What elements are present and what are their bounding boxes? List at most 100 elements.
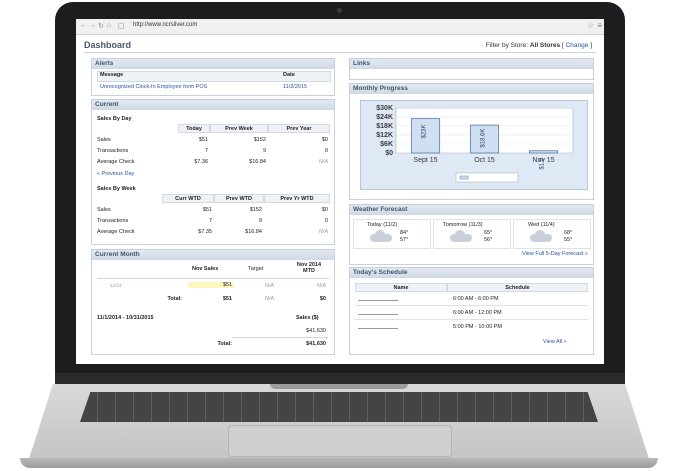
month-col-mtd: Nov 2014 MTD [296,262,322,274]
browser-menu-icon[interactable]: ≡ [597,21,602,30]
current-title: Current [92,100,334,110]
bookmark-star-icon[interactable]: ☆ [587,21,594,30]
previous-day-link[interactable]: « Previous Day [97,171,134,177]
keyboard [80,392,598,422]
page-icon: ▢ [118,23,125,30]
y-tick-label: $6K [380,141,393,148]
week-value: N/A [318,229,328,235]
day-value: 9 [262,148,266,154]
home-icon[interactable]: ⌂ [107,22,111,29]
divider [355,319,588,320]
current-panel: Current Sales By Day Today Prev Week Pre… [91,99,335,245]
week-col-prev-yr-wtd: Prev Yr WTD [264,194,330,203]
weather-title: Weather Forecast [350,205,593,215]
month-col-target: Target [248,266,264,272]
month-total-sales: $51 [222,296,232,302]
alerts-header-row [97,71,331,82]
day-row-label: Average Check [97,159,135,165]
y-tick-label: $0 [385,150,393,157]
month-row-label: 12/24 [110,283,122,288]
day-col-prev-week: Prev Week [210,124,268,133]
browser-address-bar: ← → ↻ ⌂ ▢ http://www.ncrsilver.com ☆ ≡ [76,19,604,35]
cloud-icon [450,230,472,242]
laptop-hinge [270,384,408,389]
week-value: 9 [258,218,262,224]
day-value: 0 [324,148,328,154]
forecast-day: Wed (11/4) 68° 55° [513,219,591,249]
week-col-prev-wtd: Prev WTD [214,194,264,203]
day-value: N/A [318,159,328,165]
forecast-low: 55° [564,237,573,243]
links-title: Links [350,59,593,69]
screen: ← → ↻ ⌂ ▢ http://www.ncrsilver.com ☆ ≡ D… [76,19,604,364]
month-total-label: Total: [167,296,182,302]
url-field[interactable]: http://www.ncrsilver.com [133,22,197,28]
period-value: $41,630 [306,328,326,334]
page-title: Dashboard [84,40,132,50]
sales-by-day-title: Sales By Day [97,116,132,122]
alerts-col-date: Date [283,72,295,78]
current-month-panel: Current Month Nov Sales Target Nov 2014 … [91,249,335,355]
filter-value: All Stores [529,42,561,49]
divider [355,305,588,306]
current-month-title: Current Month [92,250,334,260]
back-icon[interactable]: ← [80,22,87,29]
forecast-high: 84° [400,230,409,236]
filter-label: Filter by Store: [485,42,528,49]
week-row-label: Transactions [97,218,129,224]
forward-icon[interactable]: → [89,22,96,29]
week-value: $7.35 [198,229,212,235]
alert-message-link[interactable]: Unrecognized Clock-In Employee from POS [100,84,207,90]
alerts-panel: Alerts Message Date Unrecognized Clock-I… [91,58,335,96]
week-value: $16.84 [245,229,262,235]
day-row-label: Sales [97,137,111,143]
cloud-icon [530,230,552,242]
divider [97,278,329,279]
camera [337,8,342,13]
laptop-base-edge [20,458,658,468]
schedule-title: Today's Schedule [350,268,593,278]
schedule-name-placeholder [358,300,398,301]
bar [528,150,559,154]
week-col-curr-wtd: Curr WTD [162,194,214,203]
month-col-nov-sales: Nov Sales [192,266,219,272]
forecast-high: 65° [484,230,493,236]
month-target-value: N/A [264,283,274,289]
previous-day-label: Previous Day [101,171,135,177]
schedule-col-schedule: Schedule [447,283,588,292]
rain-cloud-icon [370,230,392,242]
schedule-name-placeholder [358,314,398,315]
reload-icon[interactable]: ↻ [98,22,104,30]
x-tick-label: Sept 15 [413,157,437,164]
week-value: $0 [321,207,328,213]
trackpad [228,425,452,457]
schedule-time: 6:00 AM - 12:00 PM [453,310,502,316]
day-value: $152 [253,137,266,143]
schedule-panel: Today's Schedule Name Schedule 6:00 AM -… [349,267,594,355]
five-day-forecast-link[interactable]: View Full 5-Day Forecast » [470,251,588,257]
legend-swatch [459,175,469,180]
week-value: $51 [202,207,212,213]
month-nov-sales-value: $51 [188,282,234,288]
period-total-value: $41,630 [306,341,326,347]
divider [232,337,328,338]
alerts-title: Alerts [92,59,334,69]
schedule-time: 6:00 AM - 6:00 PM [453,296,499,302]
month-mtd-value: N/A [316,283,326,289]
month-total-mtd: $0 [319,296,326,302]
forecast-day-label: Today (11/2) [367,222,398,228]
monthly-progress-title: Monthly Progress [350,84,593,94]
y-tick-label: $18K [376,123,393,130]
weather-panel: Weather Forecast Today (11/2) 84° 57° To… [349,204,594,265]
week-value: 7 [208,218,212,224]
alerts-col-message: Message [100,72,124,78]
title-divider [84,52,596,53]
y-tick-label: $30K [376,105,393,112]
day-value: $51 [198,137,208,143]
monthly-progress-chart: $30K $24K $18K $12K $6K $0 $23K Sept 15 $18.6K Oc… [376,105,574,183]
view-all-schedule-link[interactable]: View All » [543,339,567,345]
period-sales-header: Sales ($) [296,315,319,321]
forecast-low: 56° [484,237,493,243]
change-store-link[interactable]: Change [566,42,589,49]
forecast-day: Today (11/2) 84° 57° [353,219,431,249]
